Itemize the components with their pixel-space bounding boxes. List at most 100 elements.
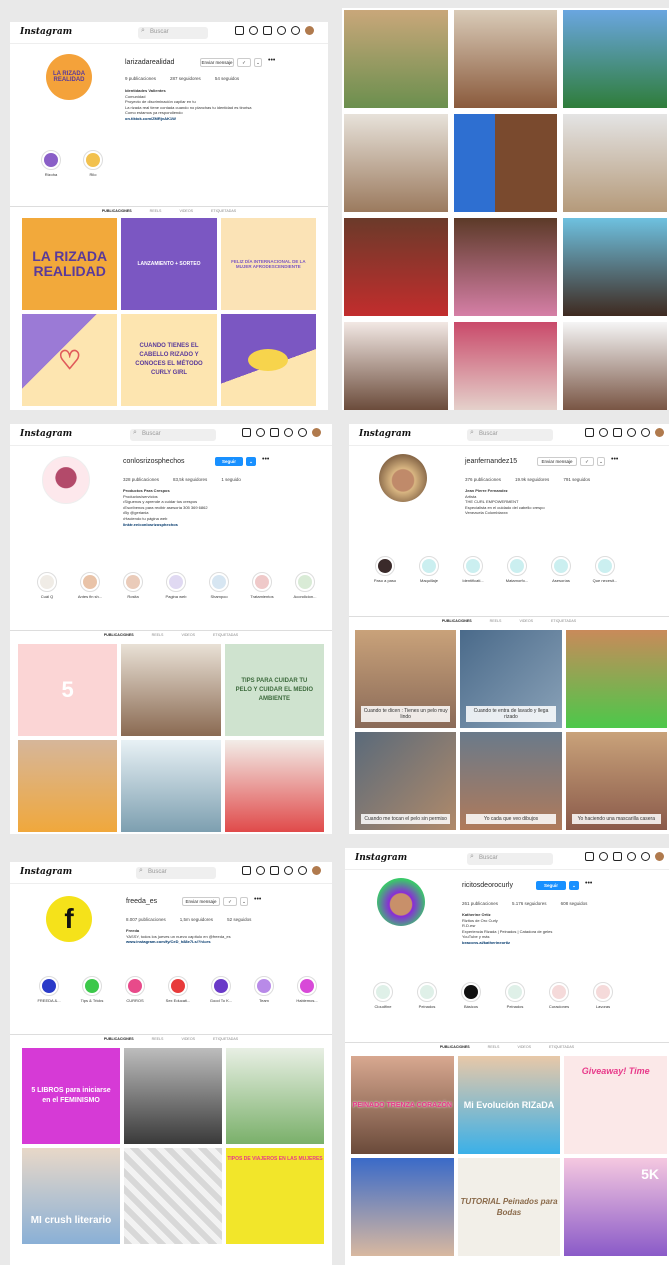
tab-posts[interactable]: PUBLICACIONES [440,1045,470,1050]
more-options-icon[interactable]: ••• [262,456,269,463]
dropdown-button[interactable]: ⌄ [597,457,605,466]
tab-videos[interactable]: VIDEOS [179,209,193,214]
post-tile[interactable]: 5K [564,1158,667,1256]
tab-posts[interactable]: PUBLICACIONES [104,633,134,638]
post-tile[interactable]: Cuando te dicen : Tienes un pelo muy lin… [355,630,457,728]
heart-icon[interactable] [641,428,650,437]
highlight[interactable]: Good To K... [206,976,236,1003]
highlight[interactable]: Que necesit... [589,556,621,583]
bio-link[interactable]: linktr.ee/conlosrizosphechos [123,522,313,528]
send-message-button[interactable]: Enviar mensaje [537,457,577,466]
follow-toggle-button[interactable]: ✓ [223,897,237,906]
messenger-icon[interactable] [599,428,608,437]
tab-videos[interactable]: VIDEOS [519,619,533,624]
post-tile[interactable] [124,1048,222,1144]
highlight[interactable]: Básicos [455,982,487,1009]
tab-reels[interactable]: REELS [488,1045,500,1050]
home-icon[interactable] [585,428,594,437]
search-input[interactable]: Buscar [467,429,553,441]
profile-avatar-icon[interactable] [312,428,321,437]
post-tile[interactable] [344,10,448,108]
tab-tagged[interactable]: ETIQUETADAS [211,209,236,214]
bio-link[interactable]: on.tiktok.com/ZMRjvAK1W [125,116,305,122]
messenger-icon[interactable] [256,866,265,875]
post-tile[interactable]: 5 LIBROS para iniciarse en el FEMINISMO [22,1048,120,1144]
highlight[interactable]: Rilo [78,150,108,177]
more-options-icon[interactable]: ••• [611,456,618,463]
bio-link[interactable]: www.instagram.com/fy/CeD_h88e7Ls/?hl=es [126,939,316,945]
post-tile[interactable]: TUTORIAL Peinados para Bodas [457,1158,561,1256]
highlight[interactable]: Rosita [118,572,148,599]
tab-videos[interactable]: VIDEOS [181,633,195,638]
profile-avatar-icon[interactable] [655,428,664,437]
messenger-icon[interactable] [599,852,608,861]
followers-count[interactable]: 19.9k seguidores [515,477,549,482]
tab-tagged[interactable]: ETIQUETADAS [549,1045,574,1050]
messenger-icon[interactable] [249,26,258,35]
heart-icon[interactable] [641,852,650,861]
post-tile[interactable] [344,218,448,316]
post-tile[interactable] [344,322,448,410]
tab-videos[interactable]: VIDEOS [517,1045,531,1050]
highlight[interactable]: Tips & Tricks [77,976,107,1003]
highlight[interactable]: Lavoras [587,982,619,1009]
highlight[interactable]: Antes fin sh... [75,572,105,599]
follow-button[interactable]: Seguir [215,457,243,466]
highlight[interactable]: Cloudfine [367,982,399,1009]
followers-count[interactable]: 5.176 seguidores [512,901,547,906]
highlight[interactable]: Paso a paso [369,556,401,583]
explore-icon[interactable] [284,428,293,437]
home-icon[interactable] [242,866,251,875]
highlight[interactable]: Tratamientos [247,572,277,599]
post-tile[interactable] [18,740,118,832]
dropdown-button[interactable]: ⌄ [240,897,248,906]
tab-tagged[interactable]: ETIQUETADAS [213,1037,238,1042]
heart-icon[interactable] [298,866,307,875]
new-post-icon[interactable] [613,428,622,437]
post-tile[interactable]: LA RIZADA REALIDAD [22,218,118,310]
profile-avatar-icon[interactable] [312,866,321,875]
highlight[interactable]: Identificati... [457,556,489,583]
following-count[interactable]: 1 seguido [221,477,241,482]
highlight[interactable]: Team [249,976,279,1003]
home-icon[interactable] [585,852,594,861]
post-tile[interactable]: ♡ [22,314,118,406]
post-tile[interactable] [453,10,558,108]
followers-count[interactable]: 83,5k seguidores [173,477,207,482]
explore-icon[interactable] [284,866,293,875]
post-tile[interactable]: Cuando te entra de lavado y llega rizado [460,630,562,728]
highlight[interactable]: FREEDA &... [34,976,64,1003]
post-tile[interactable] [351,1158,454,1256]
tab-tagged[interactable]: ETIQUETADAS [213,633,238,638]
post-tile[interactable] [224,740,324,832]
post-tile[interactable]: TIPS PARA CUIDAR TU PELO Y CUIDAR EL MED… [224,644,324,736]
search-input[interactable]: Buscar [136,867,216,879]
highlight[interactable]: Maquillaje [413,556,445,583]
post-tile[interactable] [563,10,667,108]
send-message-button[interactable]: Enviar mensaje [200,58,234,67]
tab-posts[interactable]: PUBLICACIONES [102,209,132,214]
tab-reels[interactable]: REELS [150,209,162,214]
post-tile[interactable] [453,218,558,316]
post-tile[interactable] [124,1148,222,1244]
dropdown-button[interactable]: ⌄ [254,58,262,67]
tab-posts[interactable]: PUBLICACIONES [104,1037,134,1042]
search-input[interactable]: Buscar [138,27,208,39]
post-tile[interactable] [563,114,667,212]
new-post-icon[interactable] [613,852,622,861]
following-count[interactable]: 791 seguidos [563,477,590,482]
instagram-logo[interactable]: Instagram [20,867,72,877]
post-tile[interactable]: CUANDO TIENES EL CABELLO RIZADO Y CONOCE… [121,314,217,406]
tab-reels[interactable]: REELS [490,619,502,624]
profile-avatar-icon[interactable] [655,852,664,861]
more-options-icon[interactable]: ••• [268,57,275,64]
explore-icon[interactable] [627,428,636,437]
post-tile[interactable] [226,1048,324,1144]
suggested-dropdown-button[interactable]: ⌄ [569,881,579,890]
post-tile[interactable]: Yo cada que veo dibujos [460,732,562,830]
explore-icon[interactable] [627,852,636,861]
highlight[interactable]: Acondicion... [290,572,320,599]
highlight[interactable]: Pagina web [161,572,191,599]
post-tile[interactable] [344,114,448,212]
suggested-dropdown-button[interactable]: ⌄ [246,457,256,466]
